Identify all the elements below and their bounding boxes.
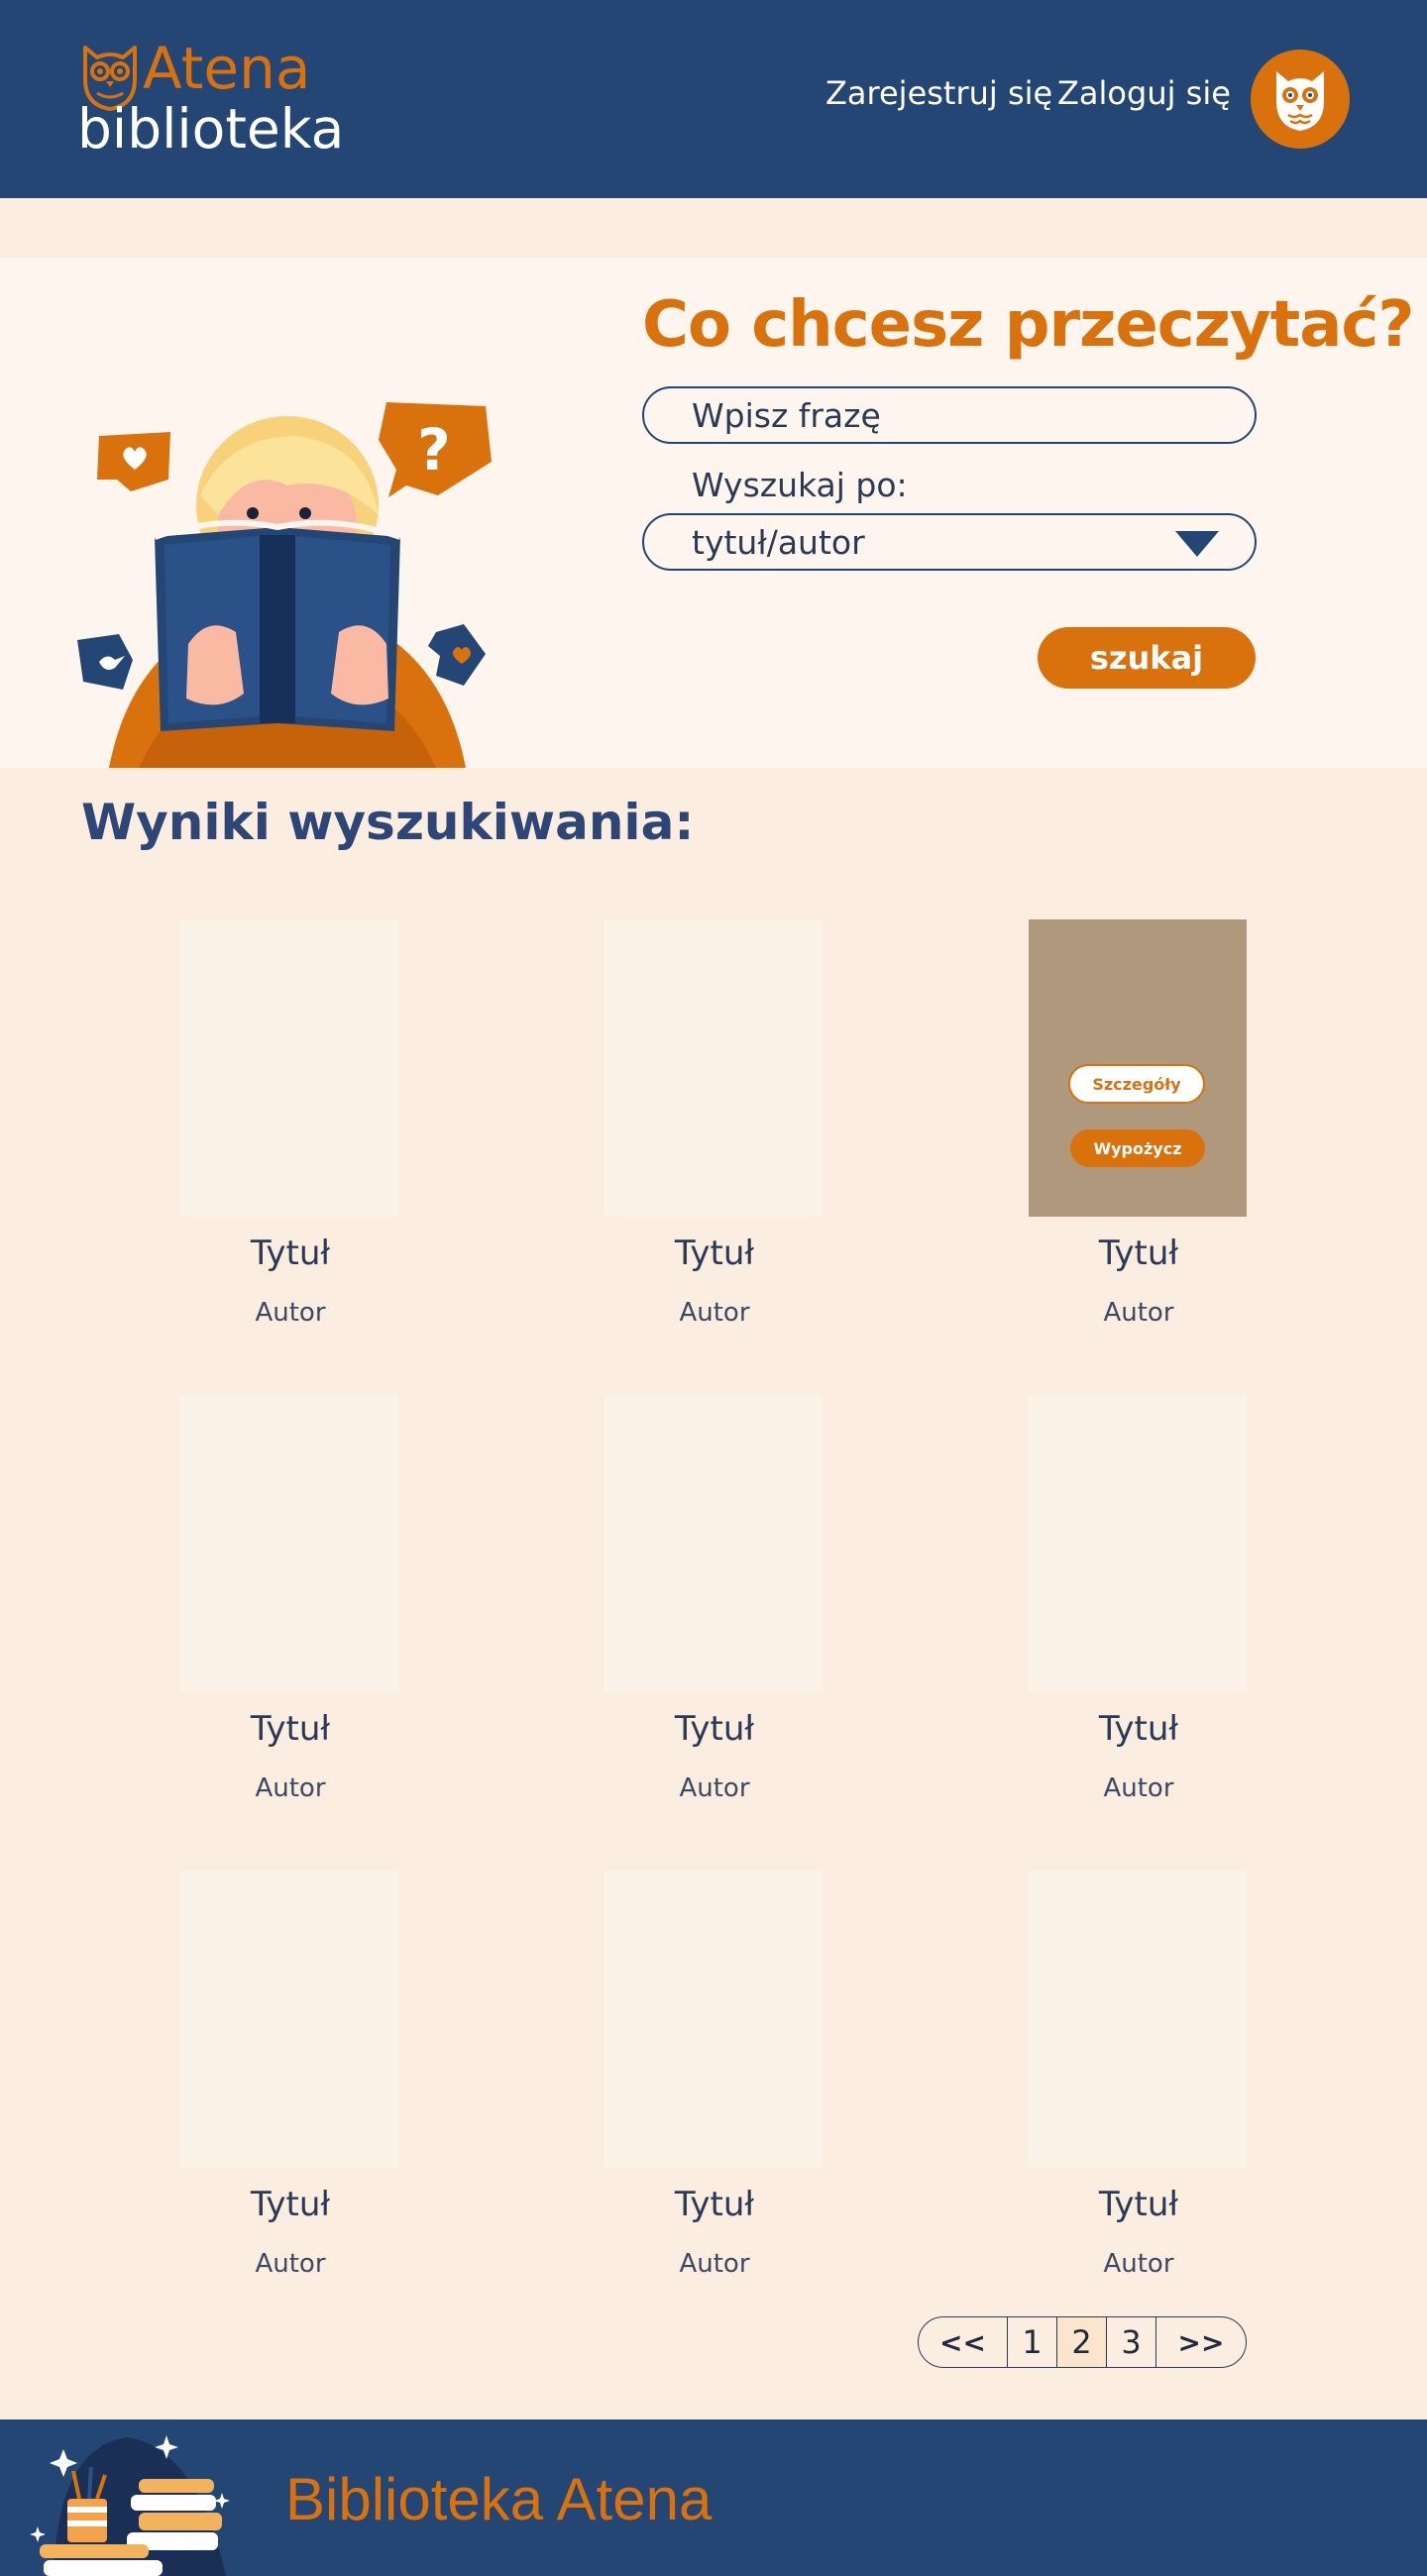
book-author: Autor: [1103, 2249, 1174, 2279]
search-by-select[interactable]: tytuł/autor: [642, 513, 1257, 571]
book-cover[interactable]: [1029, 1395, 1247, 1692]
search-heading: Co chcesz przeczytać?: [642, 288, 1414, 362]
book-author: Autor: [255, 1298, 326, 1328]
heart-bubble-icon: [97, 432, 170, 491]
site-footer: Biblioteka Atena: [0, 2419, 1427, 2576]
book-cover[interactable]: [180, 1395, 398, 1692]
search-hero: ? Co chcesz przeczytać? Wyszukaj po: tyt…: [0, 258, 1427, 768]
user-avatar-button[interactable]: [1251, 50, 1350, 149]
books-stack-icon: [30, 2435, 230, 2576]
book-title[interactable]: Tytuł: [995, 1233, 1282, 1274]
book-cover[interactable]: [604, 1395, 823, 1692]
register-link[interactable]: Zarejestruj się: [825, 73, 1052, 113]
book-author: Autor: [1103, 1298, 1174, 1328]
footer-title: Biblioteka Atena: [285, 2466, 713, 2532]
search-input[interactable]: [642, 386, 1257, 444]
login-link[interactable]: Zaloguj się: [1057, 73, 1231, 113]
book-cover[interactable]: [180, 1871, 398, 2168]
search-by-label: Wyszukaj po:: [692, 466, 908, 504]
book-cover[interactable]: [1029, 1871, 1247, 2168]
book-author: Autor: [255, 2249, 326, 2279]
book-cover[interactable]: [180, 919, 398, 1217]
details-button[interactable]: Szczegóły: [1068, 1064, 1205, 1104]
book-author: Autor: [255, 1773, 326, 1803]
pagination-page-2-current[interactable]: 2: [1057, 2317, 1107, 2367]
site-header: Atena biblioteka Zarejestruj się Zaloguj…: [0, 0, 1427, 198]
logo-text-atena: Atena: [143, 35, 311, 102]
borrow-button[interactable]: Wypożycz: [1070, 1129, 1205, 1167]
owl-avatar-icon: [1276, 71, 1324, 131]
book-author: Autor: [679, 2249, 750, 2279]
results-heading: Wyniki wyszukiwania:: [81, 794, 695, 851]
pagination-page-1[interactable]: 1: [1008, 2317, 1057, 2367]
book-title[interactable]: Tytuł: [147, 1708, 434, 1750]
bird-bubble-icon: [77, 634, 133, 690]
search-by-selected-value: tytuł/autor: [692, 523, 865, 562]
book-title[interactable]: Tytuł: [571, 2184, 858, 2225]
book-author: Autor: [1103, 1773, 1174, 1803]
book-author: Autor: [679, 1298, 750, 1328]
book-title[interactable]: Tytuł: [995, 2184, 1282, 2225]
dropdown-triangle-icon: [1175, 531, 1219, 557]
book-cover[interactable]: [604, 919, 823, 1217]
book-cover-hover-overlay[interactable]: Szczegóły Wypożycz: [1029, 919, 1247, 1217]
reading-girl-illustration: ?: [77, 402, 492, 768]
search-button[interactable]: szukaj: [1038, 627, 1256, 689]
book-title[interactable]: Tytuł: [147, 1233, 434, 1274]
pagination-prev-button[interactable]: <<: [919, 2317, 1008, 2367]
svg-text:?: ?: [417, 416, 451, 483]
pagination-next-button[interactable]: >>: [1156, 2317, 1246, 2367]
pagination-page-3[interactable]: 3: [1107, 2317, 1156, 2367]
book-author: Autor: [679, 1773, 750, 1803]
book-title[interactable]: Tytuł: [571, 1233, 858, 1274]
book-cover[interactable]: [604, 1871, 823, 2168]
pagination: << 1 2 3 >>: [918, 2316, 1247, 2368]
logo-text-biblioteka: biblioteka: [77, 97, 345, 161]
book-title[interactable]: Tytuł: [995, 1708, 1282, 1750]
book-title[interactable]: Tytuł: [571, 1708, 858, 1750]
book-title[interactable]: Tytuł: [147, 2184, 434, 2225]
question-bubble-icon: ?: [379, 402, 492, 497]
heart-small-bubble-icon: [428, 624, 486, 686]
